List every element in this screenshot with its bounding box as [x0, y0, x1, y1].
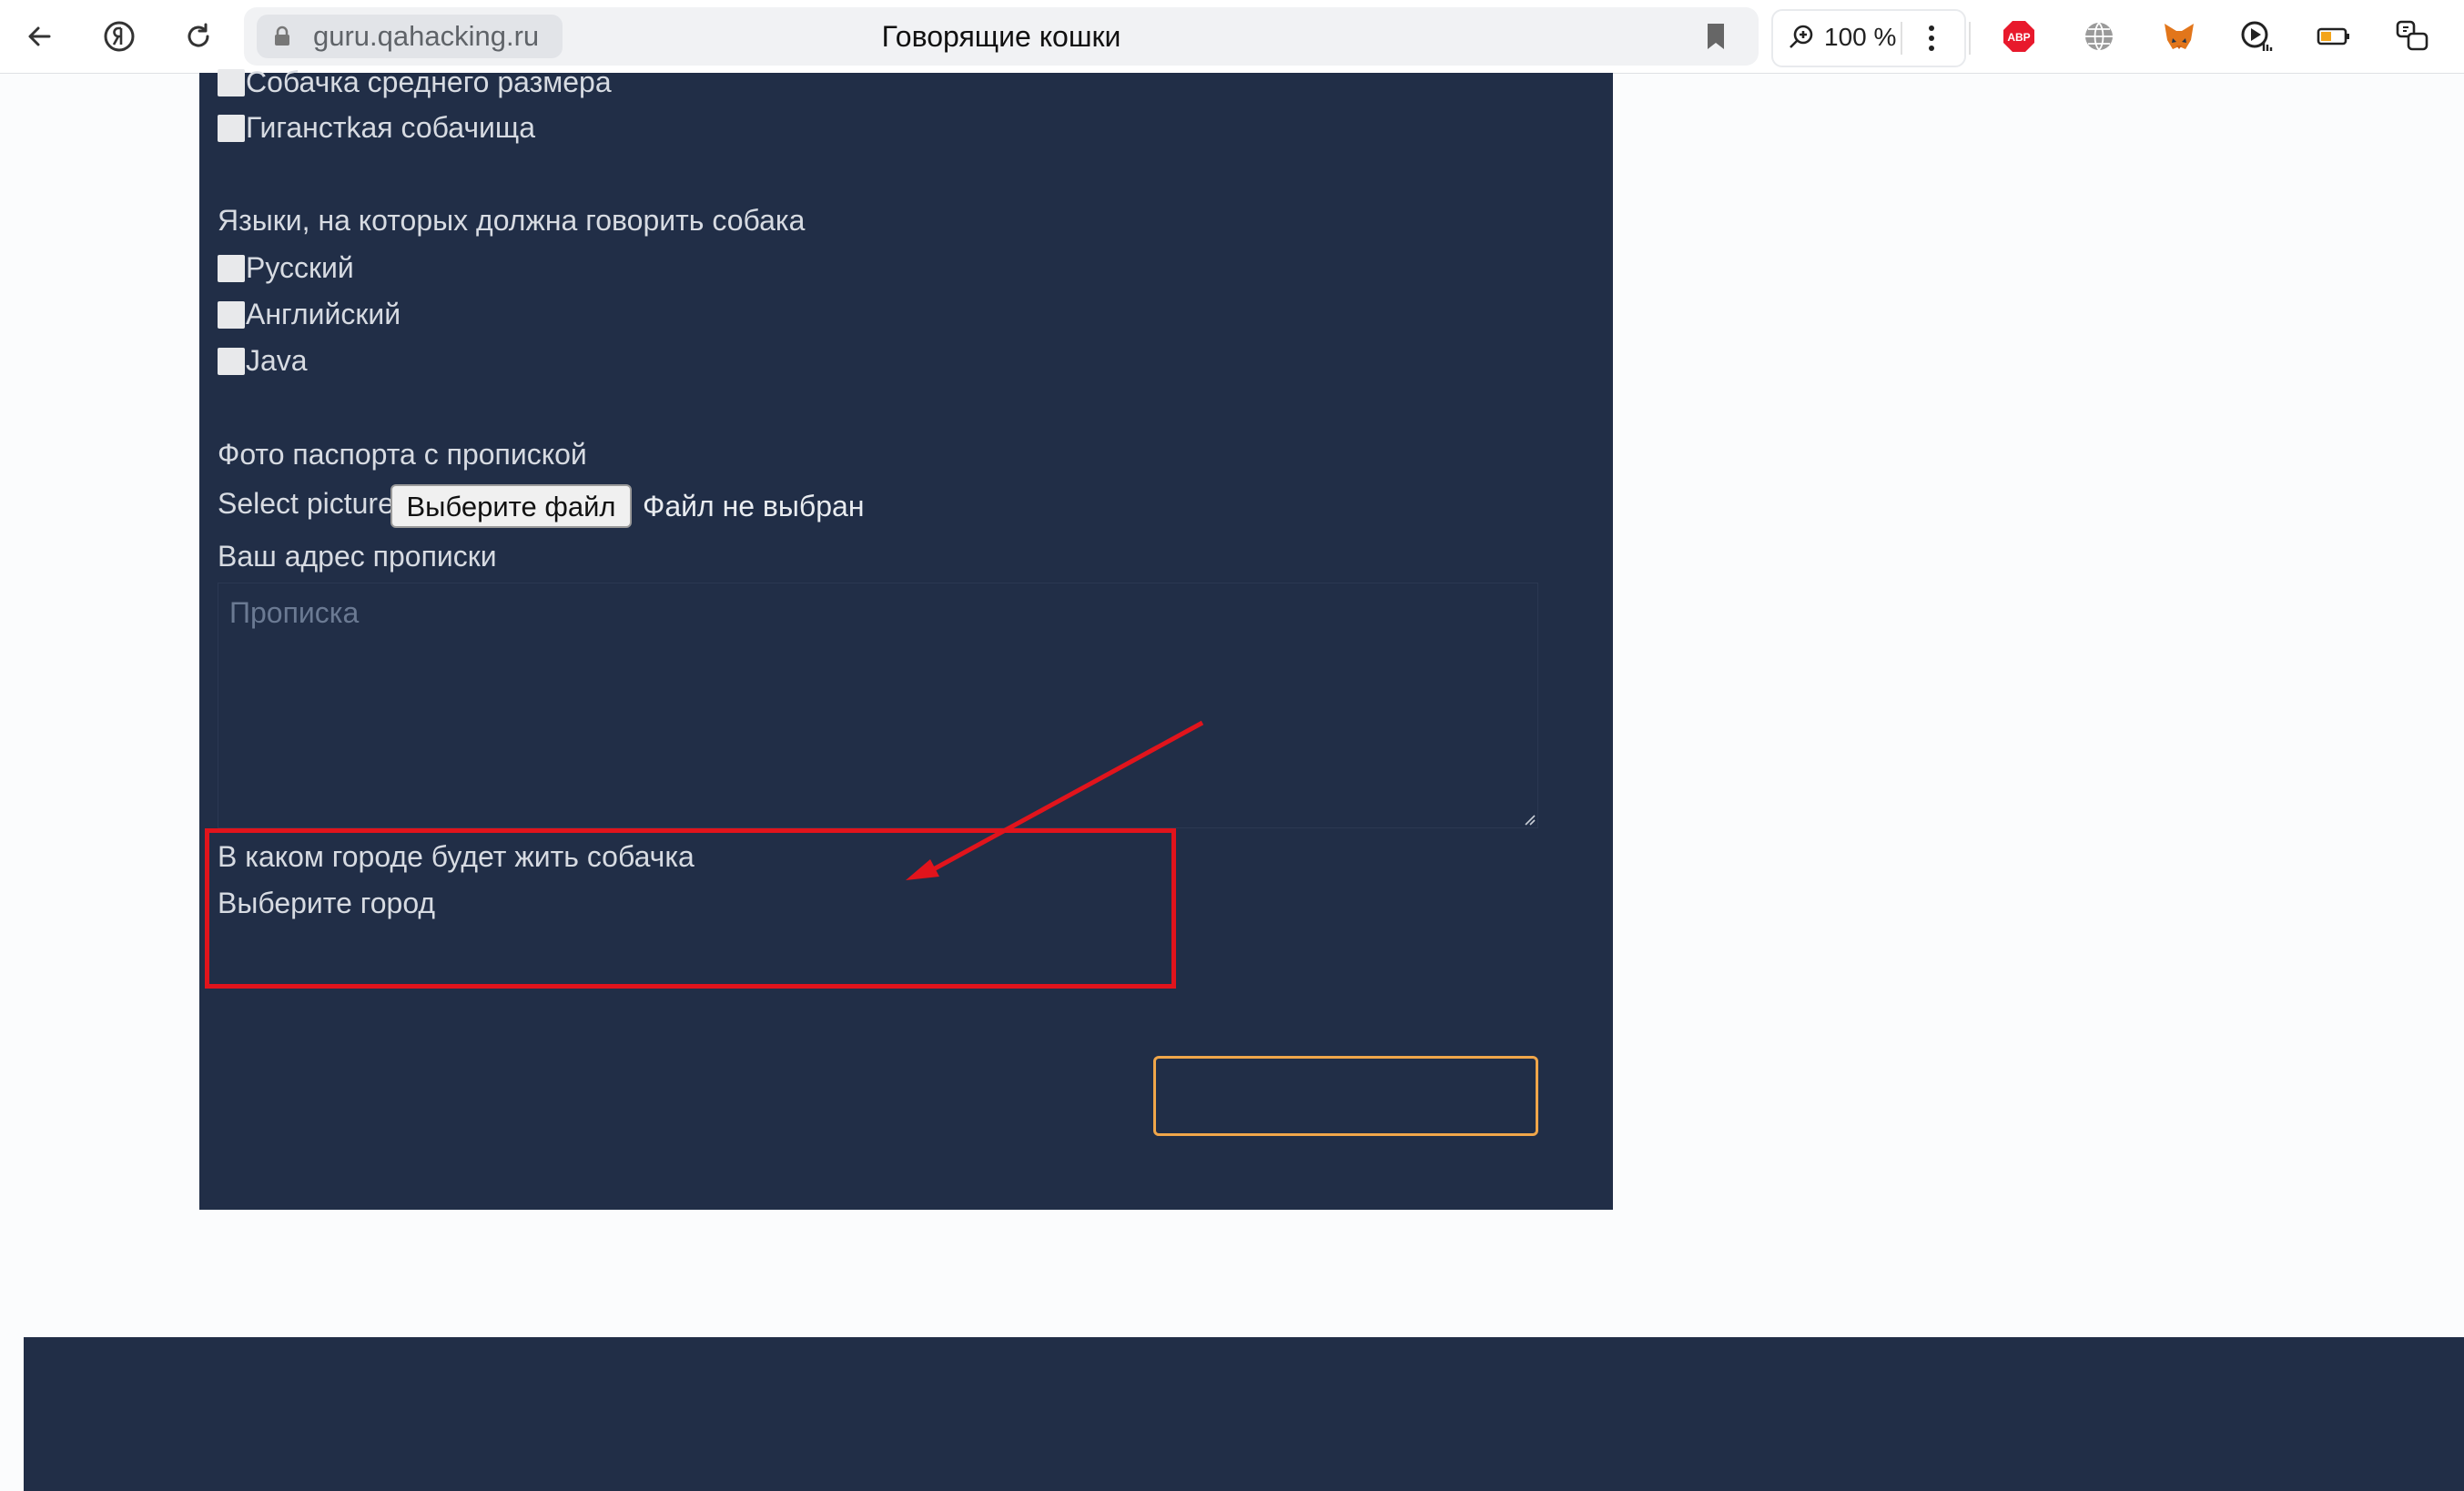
browser-toolbar: guru.qahacking.ru Говорящие кошки 100 % …: [0, 0, 2464, 74]
select-picture-label: Select picture: [218, 487, 394, 520]
option-lang-english: Английский: [246, 298, 401, 330]
globe-icon[interactable]: [2074, 11, 2124, 62]
resize-grip-icon[interactable]: [1521, 811, 1536, 826]
reload-icon[interactable]: [173, 11, 224, 62]
languages-label: Языки, на которых должна говорить собака: [218, 204, 806, 237]
bookmark-icon[interactable]: [1700, 20, 1731, 53]
option-size-giant: Гиганстkая собачища: [246, 111, 536, 144]
zoom-level: 100 %: [1824, 23, 1897, 51]
chat-icon[interactable]: [2387, 11, 2438, 62]
address-textarea[interactable]: Прописка: [218, 583, 1538, 828]
option-size-medium: Собачка среднего размера: [246, 66, 612, 98]
highlight-box: [205, 828, 1176, 989]
adblock-label: ABP: [2007, 31, 2030, 44]
checkbox-size-medium[interactable]: [218, 69, 245, 96]
page-title: Говорящие кошки: [881, 20, 1121, 53]
option-lang-java: Java: [246, 344, 308, 377]
choose-file-button[interactable]: Выберите файл: [390, 484, 632, 528]
option-lang-russian: Русский: [246, 251, 354, 284]
checkbox-size-giant[interactable]: [218, 115, 245, 142]
checkbox-lang-java[interactable]: [218, 348, 245, 375]
menu-dots-icon[interactable]: [1921, 20, 1942, 56]
passport-label: Фото паспорта с пропиской: [218, 438, 587, 471]
submit-button[interactable]: [1153, 1056, 1538, 1136]
adblock-icon[interactable]: ABP: [1993, 11, 2044, 62]
page-footer: [24, 1337, 2464, 1491]
zoom-separator: [1901, 22, 1902, 55]
toolbar-separator: [1969, 22, 1971, 55]
checkbox-lang-english[interactable]: [218, 301, 245, 329]
checkbox-lang-russian[interactable]: [218, 255, 245, 282]
metamask-icon[interactable]: [2154, 11, 2205, 62]
address-placeholder: Прописка: [229, 596, 360, 629]
file-status: Файл не выбран: [643, 490, 865, 522]
address-label: Ваш адрес прописки: [218, 540, 497, 573]
yandex-icon[interactable]: [94, 11, 145, 62]
battery-icon[interactable]: [2308, 11, 2359, 62]
zoom-icon: [1790, 25, 1813, 48]
media-icon[interactable]: [2231, 11, 2282, 62]
address-bar[interactable]: guru.qahacking.ru Говорящие кошки: [244, 7, 1759, 66]
back-arrow-icon[interactable]: [15, 11, 66, 62]
zoom-control[interactable]: 100 %: [1771, 9, 1966, 67]
